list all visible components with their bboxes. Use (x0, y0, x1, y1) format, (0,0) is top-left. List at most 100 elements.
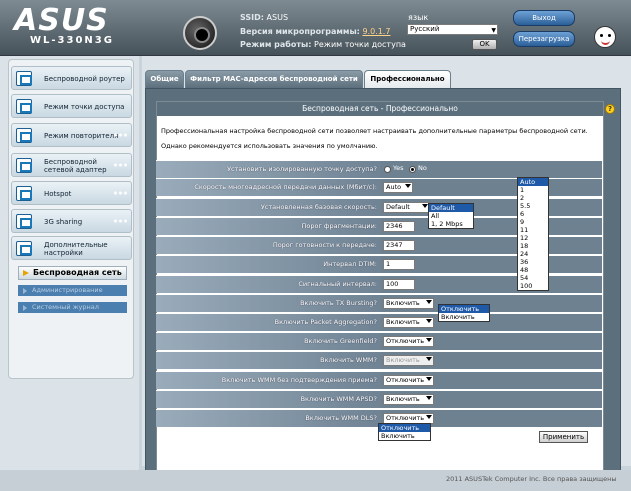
wmm-dls-label: Включить WMM DLS? (156, 410, 381, 427)
option[interactable]: Отключить (439, 305, 489, 313)
option[interactable]: 100 (518, 282, 548, 290)
tools-icon (16, 241, 32, 256)
option[interactable]: 12 (518, 234, 548, 242)
sidebar-item-adapter[interactable]: Беспроводной сетевой адаптер (11, 153, 132, 177)
dtim-input[interactable]: 1 (383, 259, 415, 270)
access-point-icon (16, 99, 32, 114)
wmm-dls-options: Отключить Включить (378, 423, 431, 441)
fragmentation-label: Порог фрагментации: (156, 218, 381, 235)
multicast-rate-select[interactable]: Auto (383, 182, 413, 193)
tx-bursting-label: Включить TX Bursting? (156, 295, 381, 312)
multicast-rate-control: Auto (381, 179, 602, 196)
sidebar-item-label: Hotspot (44, 190, 72, 198)
dtim-control: 1 (381, 256, 602, 273)
sidebar-item-router[interactable]: Беспроводной роутер (11, 66, 132, 90)
chevron-down-icon (426, 377, 432, 381)
rts-threshold-input[interactable]: 2347 (383, 240, 415, 251)
tx-bursting-control: Включить (381, 295, 602, 312)
beacon-input[interactable]: 100 (383, 279, 415, 290)
basic-rate-label: Установленная базовая скорость: (156, 199, 381, 216)
sidebar-item-3g-sharing[interactable]: 3G sharing (11, 209, 132, 233)
ap-isolate-yes-radio[interactable] (384, 166, 391, 173)
beacon-control: 100 (381, 276, 602, 293)
row-tx-bursting: Включить TX Bursting? Включить (156, 294, 602, 312)
sidebar-item-access-point[interactable]: Режим точки доступа (11, 94, 132, 118)
router-icon (16, 71, 32, 86)
signal-dots-icon (113, 191, 127, 195)
submenu-system-log[interactable]: Системный журнал (18, 302, 127, 313)
chevron-down-icon (426, 415, 432, 419)
chevron-down-icon (426, 319, 432, 323)
option[interactable]: 48 (518, 266, 548, 274)
tx-bursting-options: Отключить Включить (438, 304, 490, 322)
chevron-down-icon (426, 357, 432, 361)
sidebar-item-hotspot[interactable]: Hotspot (11, 181, 132, 205)
row-wmm: Включить WMM? Включить (156, 351, 602, 369)
basic-rate-select[interactable]: Default (383, 202, 430, 213)
option[interactable]: 6 (518, 210, 548, 218)
router-admin-page: ASUS WL-330N3G SSID: ASUS Версия микропр… (0, 0, 631, 491)
greenfield-select[interactable]: Отключить (383, 336, 434, 347)
signal-dots-icon (113, 219, 127, 223)
option[interactable]: 1 (518, 186, 548, 194)
ap-isolate-label: Установить изолированную точку доступа? (156, 161, 381, 178)
option[interactable]: 5.5 (518, 202, 548, 210)
option[interactable]: Включить (439, 313, 489, 321)
ap-isolate-no-radio[interactable] (409, 166, 416, 173)
option[interactable]: 2 (518, 194, 548, 202)
option[interactable]: 11 (518, 226, 548, 234)
chevron-down-icon (426, 300, 432, 304)
packet-aggregation-control: Включить (381, 314, 602, 331)
sidebar-item-label: Беспроводной роутер (44, 75, 125, 83)
sidebar-item-label: Дополнительные настройки (44, 241, 108, 257)
wmm-apsd-select[interactable]: Включить (383, 394, 434, 405)
beacon-label: Сигнальный интервал: (156, 276, 381, 293)
wmm-apsd-label: Включить WMM APSD? (156, 391, 381, 408)
submenu-administration[interactable]: Администрирование (18, 285, 127, 296)
option[interactable]: Default (429, 204, 473, 212)
option[interactable]: 9 (518, 218, 548, 226)
packet-aggregation-label: Включить Packet Aggregation? (156, 314, 381, 331)
wmm-control: Включить (381, 352, 602, 369)
repeater-icon (16, 128, 32, 143)
option[interactable]: 18 (518, 242, 548, 250)
wmm-apsd-control: Включить (381, 391, 602, 408)
option[interactable]: 24 (518, 250, 548, 258)
submenu-wireless[interactable]: Беспроводная сеть (18, 266, 127, 280)
wmm-noack-control: Отключить (381, 372, 602, 389)
option[interactable]: Auto (518, 178, 548, 186)
option[interactable]: 54 (518, 274, 548, 282)
tx-bursting-value: Включить (386, 299, 420, 307)
help-icon[interactable]: ? (605, 104, 615, 114)
row-packet-aggregation: Включить Packet Aggregation? Включить (156, 313, 602, 331)
option[interactable]: All (429, 212, 473, 220)
3g-icon (16, 214, 32, 229)
wmm-select: Включить (383, 355, 434, 366)
wmm-noack-value: Отключить (386, 376, 425, 384)
option[interactable]: 36 (518, 258, 548, 266)
greenfield-value: Отключить (386, 337, 425, 345)
wmm-apsd-value: Включить (386, 395, 420, 403)
chevron-down-icon (426, 338, 432, 342)
row-wmm-noack: Включить WMM без подтверждения приема? О… (156, 371, 602, 389)
fragmentation-input[interactable]: 2346 (383, 221, 415, 232)
apply-button[interactable]: Применить (539, 431, 588, 443)
chevron-down-icon (405, 184, 411, 188)
wmm-label: Включить WMM? (156, 352, 381, 369)
sidebar-item-advanced[interactable]: Дополнительные настройки (11, 236, 132, 260)
packet-aggregation-value: Включить (386, 318, 420, 326)
option[interactable]: Включить (379, 432, 430, 440)
sidebar-item-repeater[interactable]: Режим повторителя (11, 123, 132, 147)
wmm-noack-select[interactable]: Отключить (383, 375, 434, 386)
asus-logo[interactable]: ASUS (14, 6, 109, 36)
option[interactable]: Отключить (379, 424, 430, 432)
greenfield-control: Отключить (381, 333, 602, 350)
option[interactable]: 1, 2 Mbps (429, 220, 473, 228)
sidebar-item-label: Режим точки доступа (44, 103, 125, 111)
tx-bursting-select[interactable]: Включить (383, 298, 434, 309)
fragmentation-control: 2346 (381, 218, 602, 235)
signal-dots-icon (113, 133, 127, 137)
chevron-down-icon (426, 396, 432, 400)
basic-rate-value: Default (386, 203, 410, 211)
packet-aggregation-select[interactable]: Включить (383, 317, 434, 328)
